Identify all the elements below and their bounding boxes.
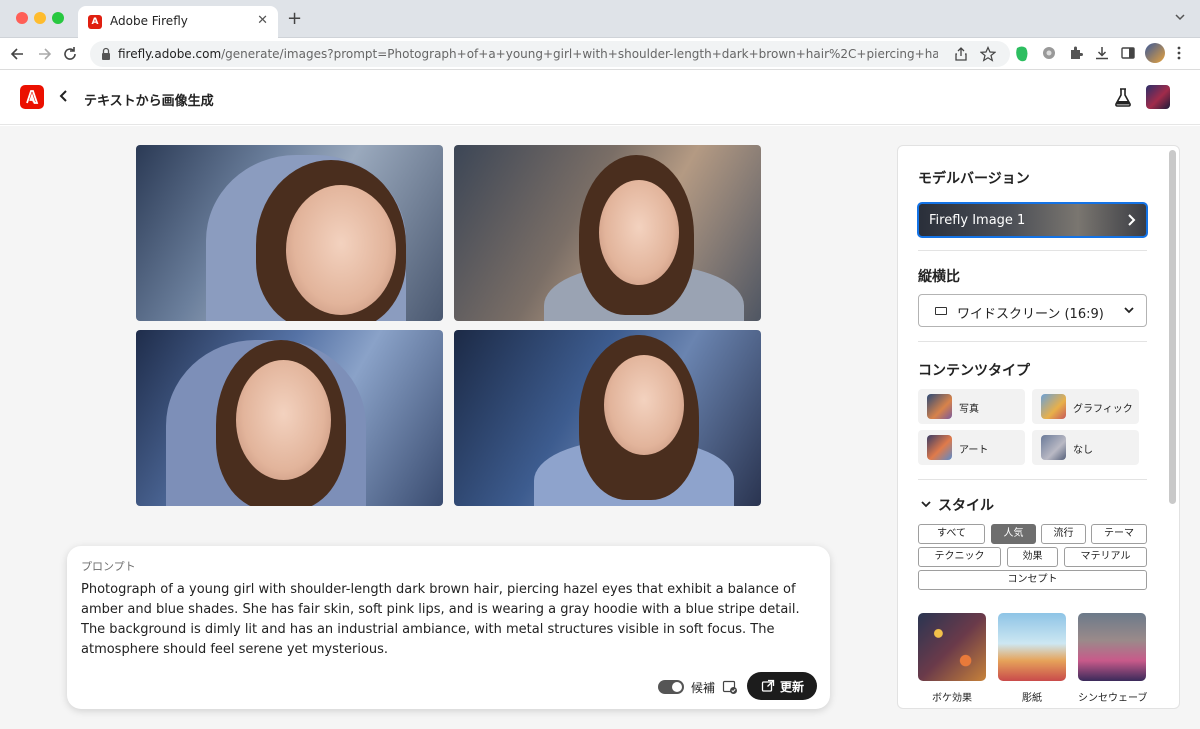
model-version-value: Firefly Image 1	[929, 213, 1026, 228]
adobe-logo-icon[interactable]	[20, 85, 44, 109]
style-title: スタイル	[938, 498, 994, 514]
close-window-button[interactable]	[16, 12, 28, 24]
download-icon[interactable]	[1094, 45, 1110, 61]
content-type-none[interactable]: なし	[1032, 430, 1139, 465]
divider	[918, 479, 1147, 480]
back-chevron-icon[interactable]	[58, 89, 70, 103]
synthwave-thumbnail	[1078, 613, 1146, 681]
user-avatar[interactable]	[1146, 85, 1170, 109]
style-chip-all[interactable]: すべて	[918, 524, 985, 544]
style-card-bokeh[interactable]: ボケ効果	[918, 613, 986, 704]
art-balloon-thumbnail	[927, 435, 952, 460]
style-chip-popular[interactable]: 人気	[991, 524, 1036, 544]
settings-panel: モデルバージョン Firefly Image 1 縦横比 ワイドスクリーン (1…	[897, 145, 1180, 709]
divider	[918, 341, 1147, 342]
evernote-extension-icon[interactable]	[1014, 45, 1030, 63]
reload-icon[interactable]	[60, 44, 80, 64]
browser-toolbar: firefly.adobe.com/generate/images?prompt…	[0, 38, 1200, 70]
side-panel-icon[interactable]	[1120, 45, 1136, 61]
content-type-title: コンテンツタイプ	[918, 363, 1030, 379]
page-title: テキストから画像生成	[84, 94, 214, 109]
content-type-label: 写真	[959, 404, 979, 415]
back-arrow-icon[interactable]	[8, 44, 28, 64]
generated-image-2[interactable]	[454, 145, 761, 321]
chevron-right-icon	[1128, 214, 1136, 226]
extension-gear-icon[interactable]	[1041, 45, 1057, 61]
suggestions-toggle[interactable]	[658, 680, 684, 694]
tab-list-chevron-icon[interactable]	[1174, 11, 1186, 23]
content-type-label: グラフィック	[1073, 404, 1133, 415]
style-card-label: シンセウェーブ	[1078, 693, 1148, 704]
extensions-puzzle-icon[interactable]	[1068, 45, 1084, 61]
browser-tab-bar: A Adobe Firefly ✕ +	[0, 0, 1200, 38]
style-chip-technique[interactable]: テクニック	[918, 547, 1001, 567]
paper-carving-thumbnail	[998, 613, 1066, 681]
generated-image-3[interactable]	[136, 330, 443, 506]
content-type-label: アート	[959, 445, 989, 456]
none-balloon-thumbnail	[1041, 435, 1066, 460]
divider	[918, 250, 1147, 251]
adobe-favicon-icon: A	[88, 15, 102, 29]
aspect-ratio-value: ワイドスクリーン (16:9)	[957, 307, 1104, 322]
bokeh-thumbnail	[918, 613, 986, 681]
generated-image-1[interactable]	[136, 145, 443, 321]
new-tab-icon[interactable]: +	[287, 8, 302, 29]
style-chip-concept[interactable]: コンセプト	[918, 570, 1147, 590]
app-header: テキストから画像生成	[0, 71, 1200, 125]
minimize-window-button[interactable]	[34, 12, 46, 24]
content-type-label: なし	[1073, 445, 1093, 456]
style-chip-material[interactable]: マテリアル	[1064, 547, 1147, 567]
style-card-label: 彫紙	[1022, 693, 1042, 704]
style-chip-effect[interactable]: 効果	[1007, 547, 1058, 567]
graphic-balloon-thumbnail	[1041, 394, 1066, 419]
browser-menu-icon[interactable]	[1176, 45, 1182, 61]
prompt-card: プロンプト Photograph of a young girl with sh…	[67, 546, 830, 709]
update-button[interactable]: 更新	[747, 672, 817, 700]
suggestions-label: 候補	[691, 681, 716, 695]
aspect-ratio-title: 縦横比	[918, 269, 960, 285]
share-icon[interactable]	[954, 46, 968, 62]
panel-scrollbar[interactable]	[1169, 150, 1176, 504]
style-card-label: ボケ効果	[932, 693, 972, 704]
browser-tab[interactable]: A Adobe Firefly ✕	[78, 6, 278, 38]
update-button-label: 更新	[780, 680, 805, 694]
style-chip-trending[interactable]: 流行	[1041, 524, 1086, 544]
widescreen-icon	[935, 307, 947, 315]
photo-balloon-thumbnail	[927, 394, 952, 419]
profile-avatar-icon[interactable]	[1145, 43, 1165, 63]
style-chip-theme[interactable]: テーマ	[1091, 524, 1147, 544]
chevron-down-icon	[1124, 307, 1134, 314]
prompt-input[interactable]: Photograph of a young girl with shoulder…	[81, 580, 816, 660]
model-version-title: モデルバージョン	[918, 171, 1030, 187]
tab-title: Adobe Firefly	[110, 14, 188, 28]
collapse-chevron-icon[interactable]	[920, 498, 932, 510]
bookmark-star-icon[interactable]	[980, 46, 996, 62]
address-bar[interactable]: firefly.adobe.com/generate/images?prompt…	[90, 41, 1010, 67]
close-tab-icon[interactable]: ✕	[257, 13, 268, 28]
style-card-paper-carving[interactable]: 彫紙	[998, 613, 1066, 704]
suggestions-settings-icon[interactable]	[722, 679, 738, 695]
forward-arrow-icon[interactable]	[34, 44, 54, 64]
content-type-art[interactable]: アート	[918, 430, 1025, 465]
refresh-edit-icon	[761, 679, 775, 692]
aspect-ratio-select[interactable]: ワイドスクリーン (16:9)	[918, 294, 1147, 327]
generated-image-4[interactable]	[454, 330, 761, 506]
maximize-window-button[interactable]	[52, 12, 64, 24]
lock-icon	[102, 47, 110, 60]
content-type-graphic[interactable]: グラフィック	[1032, 389, 1139, 424]
content-type-photo[interactable]: 写真	[918, 389, 1025, 424]
url-text: firefly.adobe.com/generate/images?prompt…	[118, 47, 938, 61]
model-version-selector[interactable]: Firefly Image 1	[917, 202, 1148, 238]
labs-flask-icon[interactable]	[1114, 87, 1132, 107]
prompt-label: プロンプト	[81, 560, 136, 573]
style-card-synthwave[interactable]: シンセウェーブ	[1078, 613, 1148, 704]
